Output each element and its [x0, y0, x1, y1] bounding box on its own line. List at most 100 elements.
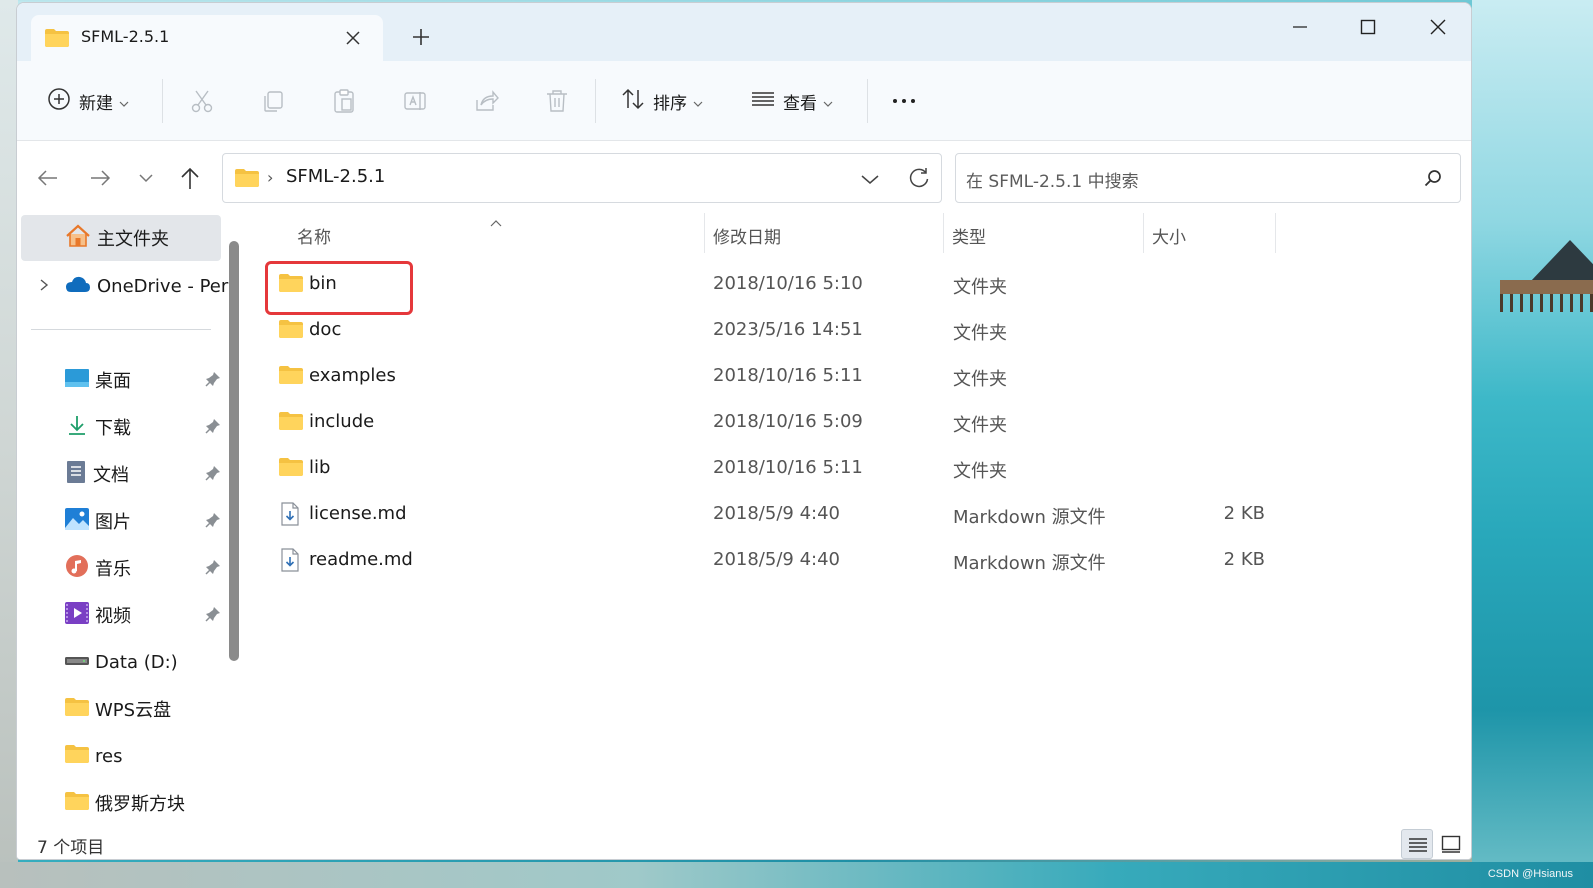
- delete-icon[interactable]: [544, 88, 570, 114]
- folder-icon: [235, 169, 259, 191]
- breadcrumb-path[interactable]: SFML-2.5.1: [286, 166, 385, 187]
- column-divider[interactable]: [1275, 213, 1276, 253]
- table-row[interactable]: license.md 2018/5/9 4:40 Markdown 源文件 2 …: [263, 493, 1265, 537]
- new-tab-icon[interactable]: [411, 27, 431, 47]
- breadcrumb-chevron-icon[interactable]: ›: [267, 168, 273, 187]
- folder-icon: [65, 792, 89, 814]
- file-type: 文件夹: [953, 461, 1007, 482]
- sidebar-item-documents[interactable]: 文档: [21, 451, 221, 497]
- up-arrow-icon[interactable]: [177, 165, 203, 191]
- pin-icon[interactable]: [205, 371, 221, 391]
- sort-ascending-icon: [489, 213, 503, 232]
- sidebar-item-label: res: [95, 745, 123, 767]
- command-bar: 新建 排序 查看: [17, 61, 1471, 141]
- preview-view-icon[interactable]: [1435, 829, 1467, 859]
- view-list-icon: [751, 87, 775, 115]
- pin-icon[interactable]: [205, 465, 221, 485]
- close-window-icon[interactable]: [1415, 13, 1461, 43]
- table-row[interactable]: lib 2018/10/16 5:11 文件夹: [263, 447, 1263, 491]
- refresh-icon[interactable]: [907, 166, 931, 190]
- search-icon[interactable]: [1424, 169, 1442, 191]
- tab-sfml[interactable]: SFML-2.5.1: [31, 15, 383, 61]
- copy-icon[interactable]: [260, 88, 286, 114]
- sidebar-item-tetris[interactable]: 俄罗斯方块: [21, 780, 221, 826]
- pin-icon[interactable]: [205, 606, 221, 626]
- desktop-icon: [65, 368, 89, 392]
- maximize-icon[interactable]: [1345, 13, 1391, 43]
- file-size: 2 KB: [1223, 503, 1265, 524]
- navigation-bar: › SFML-2.5.1 在 SFML-2.5.1 中搜索: [17, 141, 1471, 213]
- sidebar-item-drive-d[interactable]: Data (D:): [21, 639, 221, 685]
- sidebar-item-label: 视频: [95, 606, 131, 627]
- column-header-date[interactable]: 修改日期: [713, 223, 781, 248]
- column-header-type[interactable]: 类型: [952, 223, 986, 248]
- sidebar-item-downloads[interactable]: 下载: [21, 404, 221, 450]
- sidebar-item-pictures[interactable]: 图片: [21, 498, 221, 544]
- back-arrow-icon[interactable]: [35, 165, 61, 191]
- column-divider[interactable]: [1143, 213, 1144, 253]
- sidebar-item-home[interactable]: 主文件夹: [21, 215, 221, 261]
- cut-icon[interactable]: [189, 88, 215, 114]
- drive-icon: [65, 653, 89, 672]
- file-type: 文件夹: [953, 415, 1007, 436]
- table-row[interactable]: examples 2018/10/16 5:11 文件夹: [263, 355, 1263, 399]
- sidebar-item-music[interactable]: 音乐: [21, 545, 221, 591]
- download-icon: [65, 413, 89, 441]
- pin-icon[interactable]: [205, 418, 221, 438]
- close-tab-icon[interactable]: [343, 28, 363, 48]
- video-icon: [65, 602, 89, 628]
- folder-icon: [279, 366, 303, 388]
- column-divider[interactable]: [704, 213, 705, 253]
- sidebar-item-wps-cloud[interactable]: WPS云盘: [21, 686, 221, 732]
- music-icon: [65, 554, 89, 582]
- column-divider[interactable]: [943, 213, 944, 253]
- file-date: 2018/10/16 5:09: [713, 411, 863, 432]
- sidebar-item-label: Data (D:): [95, 651, 178, 673]
- search-input[interactable]: 在 SFML-2.5.1 中搜索: [966, 167, 1139, 192]
- table-row[interactable]: doc 2023/5/16 14:51 文件夹: [263, 309, 1263, 353]
- annotation-highlight-box: [265, 261, 413, 315]
- new-button[interactable]: 新建: [47, 83, 129, 119]
- minimize-icon[interactable]: [1277, 13, 1323, 43]
- table-row[interactable]: bin 2018/10/16 5:10 文件夹: [263, 263, 1263, 307]
- search-box[interactable]: 在 SFML-2.5.1 中搜索: [955, 153, 1461, 203]
- forward-arrow-icon[interactable]: [87, 165, 113, 191]
- address-dropdown-icon[interactable]: [859, 168, 881, 190]
- sidebar-item-label: WPS云盘: [95, 700, 172, 721]
- desktop-hut-image: [1500, 240, 1593, 312]
- sort-button[interactable]: 排序: [621, 83, 703, 119]
- sidebar-item-res[interactable]: res: [21, 733, 221, 779]
- sidebar-item-desktop[interactable]: 桌面: [21, 357, 221, 403]
- pin-icon[interactable]: [205, 512, 221, 532]
- view-button[interactable]: 查看: [751, 83, 833, 119]
- column-header-name[interactable]: 名称: [297, 223, 331, 248]
- view-label: 查看: [783, 93, 817, 114]
- rename-icon[interactable]: [402, 88, 428, 114]
- table-row[interactable]: readme.md 2018/5/9 4:40 Markdown 源文件 2 K…: [263, 539, 1265, 583]
- sidebar-item-label: 下载: [95, 418, 131, 439]
- desktop-background-right: [1472, 0, 1593, 888]
- toolbar-divider: [162, 79, 163, 123]
- sort-label: 排序: [653, 93, 687, 114]
- file-type: Markdown 源文件: [953, 507, 1106, 528]
- file-type: 文件夹: [953, 369, 1007, 390]
- recent-locations-chevron-icon[interactable]: [133, 165, 159, 191]
- sidebar-item-videos[interactable]: 视频: [21, 592, 221, 638]
- markdown-file-icon: [281, 548, 299, 576]
- pin-icon[interactable]: [205, 559, 221, 579]
- share-icon[interactable]: [473, 88, 499, 114]
- column-header-size[interactable]: 大小: [1152, 223, 1186, 248]
- sidebar-item-onedrive[interactable]: OneDrive - Per: [21, 263, 231, 309]
- expand-chevron-icon[interactable]: [39, 277, 49, 296]
- address-bar[interactable]: › SFML-2.5.1: [222, 153, 942, 203]
- table-row[interactable]: include 2018/10/16 5:09 文件夹: [263, 401, 1263, 445]
- sidebar-scrollbar[interactable]: [229, 241, 239, 661]
- folder-icon: [279, 458, 303, 480]
- onedrive-cloud-icon: [65, 275, 91, 297]
- file-date: 2018/10/16 5:11: [713, 365, 863, 386]
- details-view-icon[interactable]: [1401, 829, 1433, 859]
- paste-icon[interactable]: [331, 88, 357, 114]
- title-bar: SFML-2.5.1: [17, 3, 1471, 61]
- item-count: 7 个项目: [37, 838, 105, 858]
- more-options-icon[interactable]: [891, 88, 917, 114]
